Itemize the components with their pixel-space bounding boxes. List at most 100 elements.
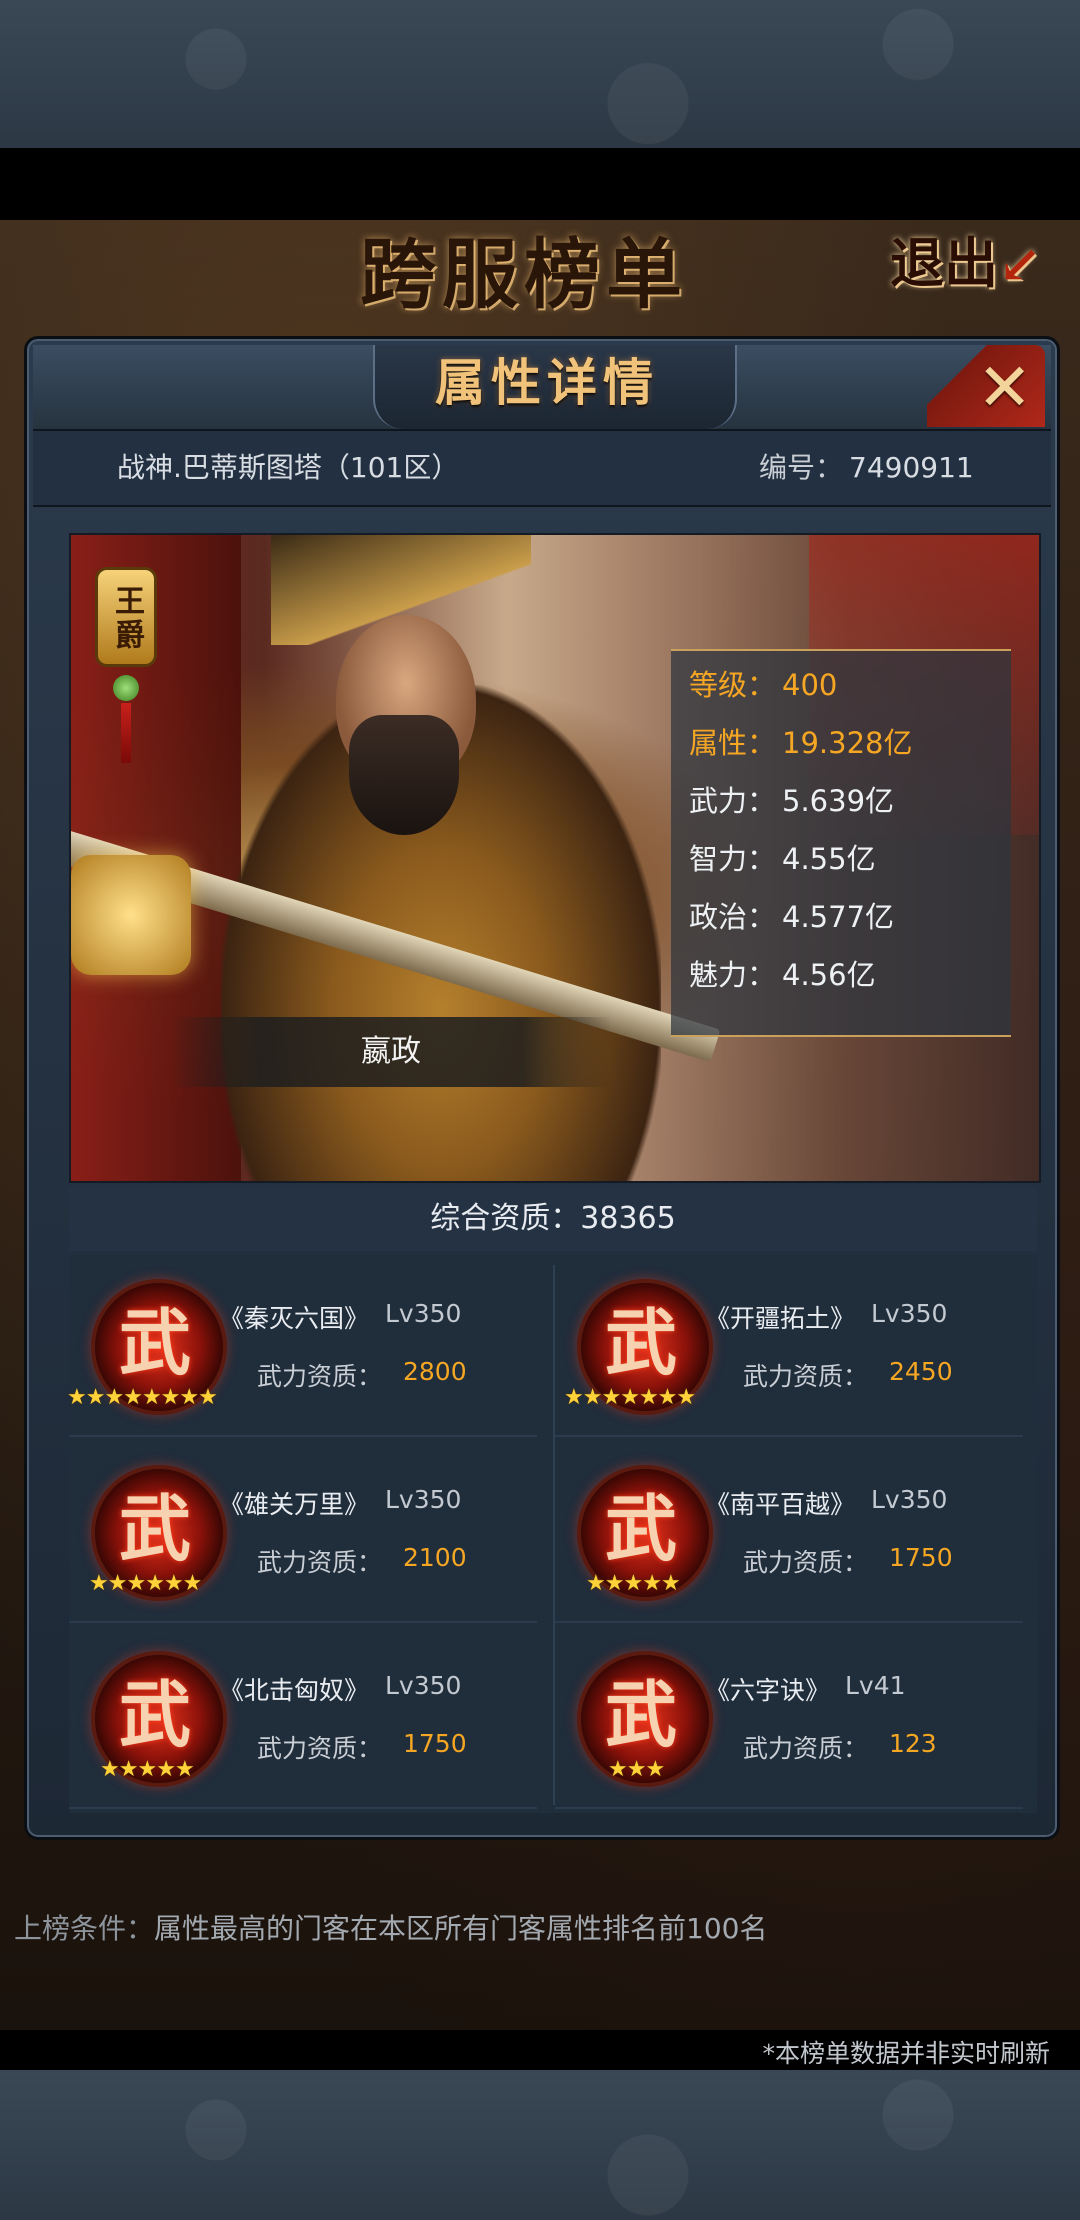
stat-label: 政治： bbox=[689, 900, 777, 934]
player-id-label: 编号： bbox=[759, 451, 844, 484]
star-icon: ★ bbox=[198, 1385, 218, 1410]
star-icon: ★ bbox=[67, 1385, 87, 1410]
skill-name: 《北击匈奴》 bbox=[219, 1676, 370, 1705]
skill-name: 《南平百越》 bbox=[705, 1490, 856, 1519]
exit-label: 退出 bbox=[890, 231, 998, 295]
rank-title: 王爵 bbox=[109, 585, 144, 653]
stat-value: 4.56亿 bbox=[782, 958, 876, 992]
star-icon: ★ bbox=[104, 1385, 124, 1410]
stat-row: 政治： 4.577亿 bbox=[689, 889, 894, 945]
footnote: *本榜单数据并非实时刷新 bbox=[762, 2039, 1050, 2068]
star-icon: ★ bbox=[623, 1571, 643, 1596]
skill-card[interactable]: 武 ★★★ 《六字诀》 Lv41 武力资质： 123 bbox=[555, 1627, 1023, 1809]
skill-attr-value: 1750 bbox=[889, 1543, 953, 1572]
close-button[interactable]: ✕ bbox=[927, 345, 1045, 427]
skill-stars: ★★★★★ bbox=[100, 1757, 270, 1785]
skill-attr-value: 123 bbox=[889, 1729, 937, 1758]
star-icon: ★ bbox=[107, 1571, 128, 1596]
aptitude-label: 综合资质： bbox=[430, 1201, 581, 1236]
star-icon: ★ bbox=[118, 1757, 139, 1782]
skill-name: 《雄关万里》 bbox=[219, 1490, 370, 1519]
skill-attr-label: 武力资质： bbox=[257, 1548, 383, 1577]
star-icon: ★ bbox=[582, 1385, 603, 1410]
top-cloud-band bbox=[0, 0, 1080, 148]
star-icon: ★ bbox=[174, 1757, 195, 1782]
condition-text: 属性最高的门客在本区所有门客属性排名前100名 bbox=[154, 1912, 768, 1945]
stat-label: 魅力： bbox=[689, 958, 777, 992]
hero-portrait: 王爵 嬴政 等级： 400 属性： 19.328亿 武力： 5.639亿 智力： 4.55亿政… bbox=[69, 533, 1041, 1183]
star-icon: ★ bbox=[660, 1571, 681, 1596]
stat-label: 武力： bbox=[689, 784, 777, 818]
skill-attr-label: 武力资质： bbox=[743, 1362, 869, 1391]
stat-value: 400 bbox=[782, 668, 838, 702]
skill-stars: ★★★★★★ bbox=[89, 1571, 259, 1599]
skill-card[interactable]: 武 ★★★★★ 《北击匈奴》 Lv350 武力资质： 1750 bbox=[69, 1627, 537, 1809]
stat-label: 智力： bbox=[689, 842, 777, 876]
skill-card[interactable]: 武 ★★★★★★ 《雄关万里》 Lv350 武力资质： 2100 bbox=[69, 1441, 537, 1623]
skill-level: Lv350 bbox=[871, 1299, 948, 1328]
skill-attr-label: 武力资质： bbox=[257, 1734, 383, 1763]
star-icon: ★ bbox=[145, 1571, 165, 1596]
star-icon: ★ bbox=[620, 1385, 640, 1410]
attribute-detail-panel: 属性详情 ✕ 战神.巴蒂斯图塔（101区） 编号： 7490911 王爵 嬴政 … bbox=[24, 336, 1060, 1840]
star-icon: ★ bbox=[182, 1571, 203, 1596]
star-icon: ★ bbox=[601, 1385, 621, 1410]
skill-name: 《六字诀》 bbox=[705, 1676, 831, 1705]
star-icon: ★ bbox=[645, 1757, 665, 1782]
skill-level: Lv350 bbox=[385, 1485, 462, 1514]
ranking-condition: 上榜条件：属性最高的门客在本区所有门客属性排名前100名 bbox=[14, 1904, 1064, 1954]
jade-pendant-icon bbox=[113, 675, 139, 701]
star-icon: ★ bbox=[604, 1571, 625, 1596]
skill-attr-value: 1750 bbox=[403, 1729, 467, 1758]
star-icon: ★ bbox=[123, 1385, 143, 1410]
star-icon: ★ bbox=[141, 1385, 162, 1410]
skill-stars: ★★★★★★★ bbox=[564, 1385, 734, 1413]
exit-button[interactable]: 退出↙ bbox=[890, 228, 1070, 298]
skill-stars: ★★★★★★★★ bbox=[67, 1385, 237, 1413]
skill-stars: ★★★★★ bbox=[586, 1571, 756, 1599]
stat-row: 属性： 19.328亿 bbox=[689, 715, 913, 771]
stat-label: 属性： bbox=[689, 726, 777, 760]
board-title: 跨服榜单 bbox=[360, 230, 688, 319]
skill-attr-value: 2100 bbox=[403, 1543, 467, 1572]
player-name: 战神.巴蒂斯图塔（101区） bbox=[117, 451, 460, 484]
star-icon: ★ bbox=[100, 1757, 120, 1782]
star-icon: ★ bbox=[657, 1385, 678, 1410]
skill-attr-label: 武力资质： bbox=[743, 1548, 869, 1577]
hero-figure-beard bbox=[349, 715, 459, 835]
stats-box: 等级： 400 属性： 19.328亿 武力： 5.639亿 智力： 4.55亿 政治： 4.57… bbox=[671, 649, 1011, 1037]
stat-label: 等级： bbox=[689, 668, 777, 702]
star-icon: ★ bbox=[626, 1757, 647, 1782]
panel-title: 属性详情 bbox=[435, 353, 659, 412]
stat-row: 等级： 400 bbox=[689, 657, 837, 713]
star-icon: ★ bbox=[137, 1757, 157, 1782]
star-icon: ★ bbox=[89, 1571, 109, 1596]
star-icon: ★ bbox=[160, 1385, 181, 1410]
star-icon: ★ bbox=[179, 1385, 199, 1410]
star-icon: ★ bbox=[642, 1571, 662, 1596]
skill-attr-label: 武力资质： bbox=[743, 1734, 869, 1763]
skill-name: 《秦灭六国》 bbox=[219, 1304, 370, 1333]
skill-name: 《开疆拓土》 bbox=[705, 1304, 856, 1333]
golden-seal-icon bbox=[71, 855, 191, 975]
hero-name-plate: 嬴政 bbox=[171, 1017, 611, 1087]
star-icon: ★ bbox=[564, 1385, 584, 1410]
star-icon: ★ bbox=[156, 1757, 176, 1782]
condition-label: 上榜条件： bbox=[14, 1912, 155, 1945]
stat-row: 魅力： 4.56亿 bbox=[689, 947, 876, 1003]
player-id-value: 7490911 bbox=[849, 451, 974, 484]
skill-card[interactable]: 武 ★★★★★ 《南平百越》 Lv350 武力资质： 1750 bbox=[555, 1441, 1023, 1623]
star-icon: ★ bbox=[85, 1385, 106, 1410]
exit-arrow-icon: ↙ bbox=[998, 234, 1042, 295]
rank-badge: 王爵 bbox=[91, 543, 161, 763]
skill-card[interactable]: 武 ★★★★★★★★ 《秦灭六国》 Lv350 武力资质： 2800 bbox=[67, 1255, 537, 1437]
stat-row: 智力： 4.55亿 bbox=[689, 831, 876, 887]
star-icon: ★ bbox=[126, 1571, 146, 1596]
stat-value: 19.328亿 bbox=[782, 726, 913, 760]
star-icon: ★ bbox=[163, 1571, 184, 1596]
skill-attr-value: 2800 bbox=[403, 1357, 467, 1386]
bottom-cloud-band bbox=[0, 2070, 1080, 2220]
skill-card[interactable]: 武 ★★★★★★★ 《开疆拓土》 Lv350 武力资质： 2450 bbox=[555, 1255, 1023, 1437]
skill-level: Lv350 bbox=[871, 1485, 948, 1514]
top-black-strip bbox=[0, 148, 1080, 220]
